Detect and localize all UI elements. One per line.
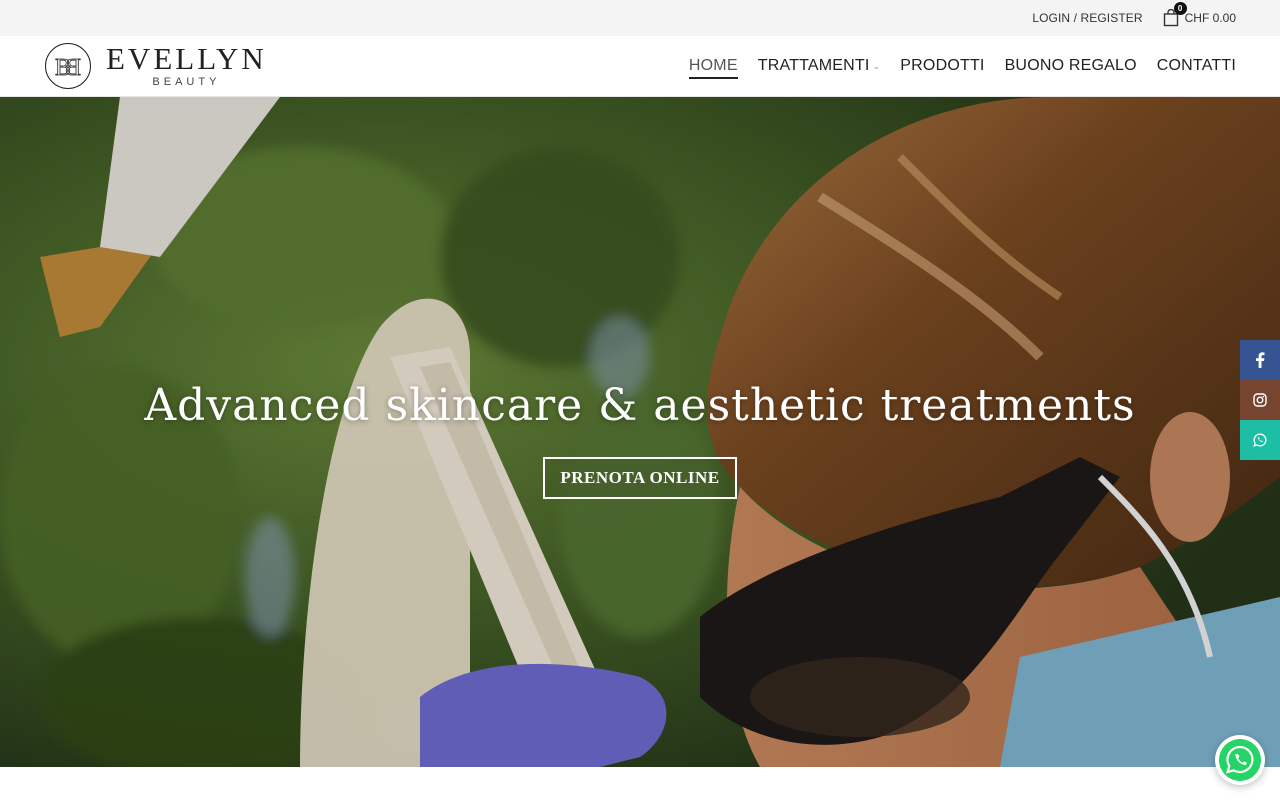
nav-trattamenti-label: TRATTAMENTI xyxy=(757,57,870,74)
cart-total: CHF 0.00 xyxy=(1184,11,1236,25)
cart-button[interactable]: 0 CHF 0.00 xyxy=(1163,2,1236,27)
logo-text: EVELLYN BEAUTY xyxy=(106,41,267,88)
nav-home-label: HOME xyxy=(688,57,738,74)
login-register-link[interactable]: LOGIN / REGISTER xyxy=(1032,11,1142,25)
logo-subtitle: BEAUTY xyxy=(152,76,221,88)
nav-buono-regalo[interactable]: BUONO REGALO xyxy=(1005,53,1137,79)
shopping-bag-icon: 0 xyxy=(1163,2,1187,27)
book-online-button[interactable]: PRENOTA ONLINE xyxy=(543,457,737,499)
facebook-button[interactable] xyxy=(1240,340,1280,380)
nav-contatti-label: CONTATTI xyxy=(1156,57,1236,74)
whatsapp-icon xyxy=(1219,739,1261,781)
nav-prodotti[interactable]: PRODOTTI xyxy=(900,53,984,79)
logo-monogram-icon: B B xyxy=(45,43,91,89)
svg-text:B: B xyxy=(65,55,81,81)
whatsapp-button[interactable] xyxy=(1240,420,1280,460)
nav-trattamenti[interactable]: TRATTAMENTI ⌄ xyxy=(758,53,881,79)
floating-whatsapp-button[interactable] xyxy=(1215,735,1265,785)
nav-home[interactable]: HOME xyxy=(688,53,738,79)
instagram-icon xyxy=(1253,393,1267,407)
nav-buono-regalo-label: BUONO REGALO xyxy=(1004,57,1137,74)
main-header: B B EVELLYN BEAUTY HOME TRATTAMENTI ⌄ PRO… xyxy=(0,36,1280,97)
whatsapp-icon xyxy=(1253,433,1267,447)
instagram-button[interactable] xyxy=(1240,380,1280,420)
logo-name: EVELLYN xyxy=(106,41,267,76)
top-bar: LOGIN / REGISTER 0 CHF 0.00 xyxy=(0,0,1280,36)
main-nav: HOME TRATTAMENTI ⌄ PRODOTTI BUONO REGALO … xyxy=(688,53,1236,79)
hero-title: Advanced skincare & aesthetic treatments xyxy=(144,380,1136,431)
cart-count-badge: 0 xyxy=(1173,2,1187,15)
hero-banner: Advanced skincare & aesthetic treatments… xyxy=(0,97,1280,767)
nav-prodotti-label: PRODOTTI xyxy=(900,57,985,74)
site-logo[interactable]: B B EVELLYN BEAUTY xyxy=(44,42,267,90)
facebook-icon xyxy=(1256,352,1265,368)
nav-contatti[interactable]: CONTATTI xyxy=(1157,53,1236,79)
social-sticky-bar xyxy=(1240,340,1280,460)
hero-background-image xyxy=(0,97,1280,767)
chevron-down-icon: ⌄ xyxy=(872,60,881,71)
